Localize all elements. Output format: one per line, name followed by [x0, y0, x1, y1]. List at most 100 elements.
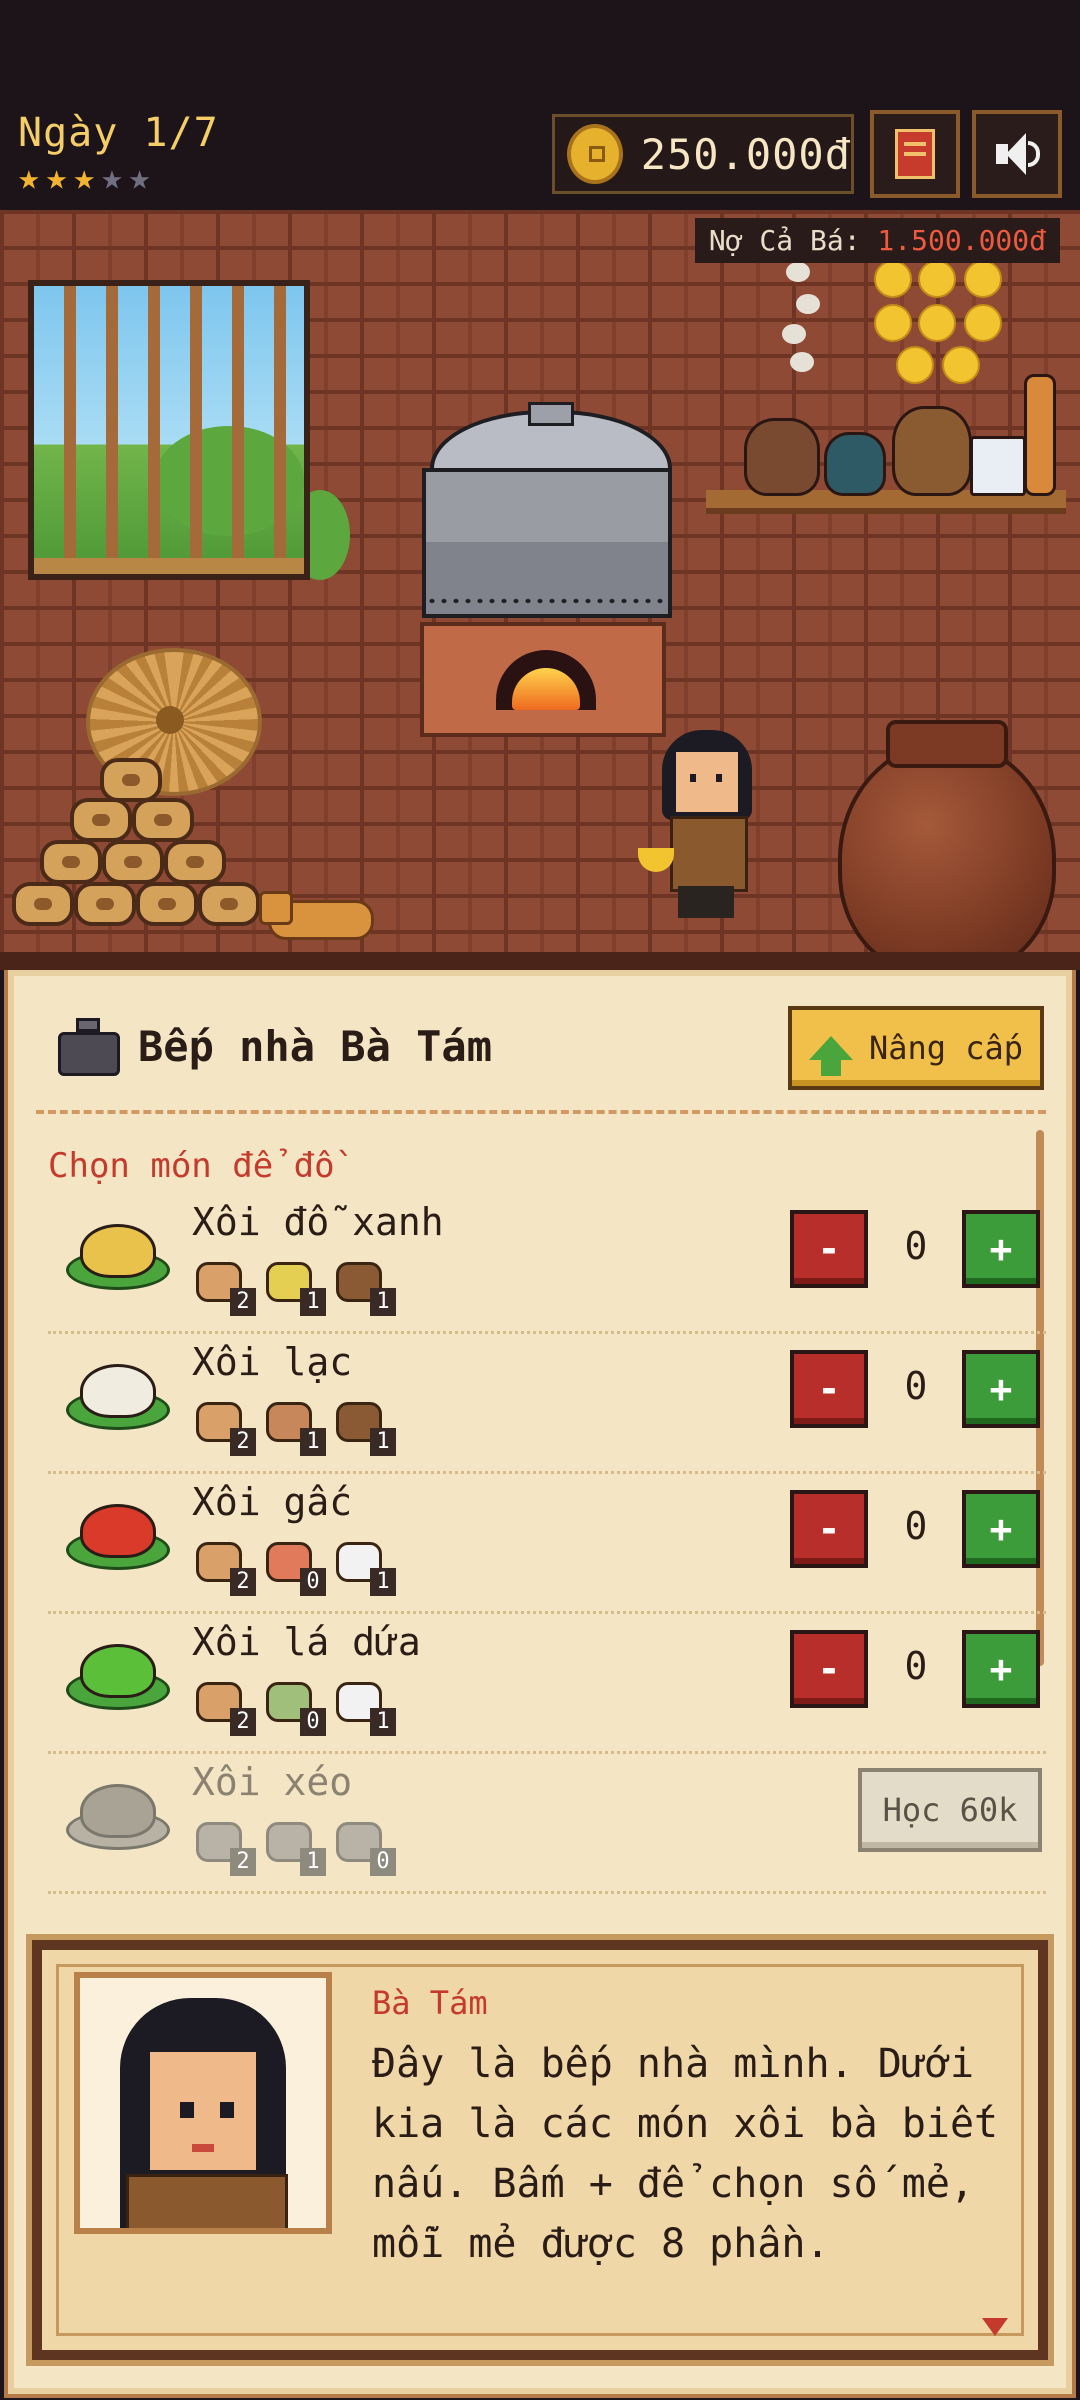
ingredient-count: 0 — [300, 1568, 326, 1596]
dish-icon — [66, 1640, 170, 1712]
arrow-up-icon — [808, 1036, 853, 1076]
ingredient-list: 2 1 1 — [192, 1396, 396, 1456]
corn-icon — [896, 346, 934, 384]
ingredient-count: 0 — [300, 1708, 326, 1736]
ingredient-count: 1 — [300, 1428, 326, 1456]
coconut-icon: 1 — [332, 1676, 396, 1736]
star-filled-icon: ★ — [73, 157, 96, 198]
star-empty-icon: ★ — [128, 157, 151, 198]
dish-icon — [66, 1360, 170, 1432]
ingredient-count: 1 — [370, 1568, 396, 1596]
bowl-icon: 1 — [332, 1396, 396, 1456]
firewood-log — [40, 840, 102, 884]
ingredient-count: 1 — [370, 1428, 396, 1456]
firewood-log — [132, 798, 194, 842]
decrease-button[interactable]: - — [790, 1490, 868, 1568]
dish-icon — [66, 1220, 170, 1292]
star-filled-icon: ★ — [18, 157, 40, 198]
ingredient-count: 2 — [230, 1428, 256, 1456]
debt-display: Nợ Cả Bá: 1.500.000đ — [694, 218, 1060, 263]
recipe-name: Xôi đỗ xanh — [192, 1200, 444, 1244]
recipe-row: Xôi đỗ xanh 2 1 1 -0 + — [48, 1194, 1046, 1334]
clay-stove — [420, 622, 666, 737]
corn-icon — [874, 260, 912, 298]
corn-icon — [964, 260, 1002, 298]
barred-window — [28, 280, 310, 580]
decrease-button[interactable]: - — [790, 1210, 868, 1288]
batch-quantity: 0 — [904, 1364, 928, 1408]
increase-button[interactable]: + — [962, 1350, 1040, 1428]
money-amount: 250.000đ — [640, 129, 851, 179]
kitchen-scene: Nợ Cả Bá: 1.500.000đ — [0, 210, 1080, 970]
steamer-knob — [528, 402, 574, 426]
money-display: 250.000đ — [552, 114, 854, 194]
garlic-icon — [796, 294, 820, 314]
garlic-icon — [782, 324, 806, 344]
dialog-box[interactable]: Bà Tám Đây là bếp nhà mình. Dưới kia là … — [26, 1934, 1054, 2366]
increase-button[interactable]: + — [962, 1630, 1040, 1708]
bowl-icon: 1 — [262, 1816, 326, 1876]
corn-icon — [918, 304, 956, 342]
dish-icon — [66, 1500, 170, 1572]
top-hud: Ngày 1/7 ★ ★ ★ ★ ★ 250.000đ — [0, 0, 1080, 210]
bowl-icon: 1 — [332, 1256, 396, 1316]
sound-toggle-button[interactable] — [972, 110, 1062, 198]
ingredient-count: 2 — [230, 1568, 256, 1596]
decrease-button[interactable]: - — [790, 1350, 868, 1428]
ingredient-count: 2 — [230, 1288, 256, 1316]
garlic-icon — [790, 352, 814, 372]
section-label: Chọn món để đồ — [48, 1146, 335, 1186]
recipe-row: Xôi xéo 2 1 0 Học 60k — [48, 1754, 1046, 1894]
corn-icon — [874, 304, 912, 342]
recipe-row: Xôi lá dứa 2 0 1-0 + — [48, 1614, 1046, 1754]
firewood-log — [198, 882, 260, 926]
increase-button[interactable]: + — [962, 1490, 1040, 1568]
corn-icon — [942, 346, 980, 384]
debt-label: Nợ Cả Bá: — [708, 224, 878, 257]
divider — [36, 1110, 1046, 1114]
star-filled-icon: ★ — [45, 157, 68, 198]
batch-quantity: 0 — [904, 1224, 928, 1268]
coconut-icon: 1 — [332, 1536, 396, 1596]
rice-bag-icon: 2 — [192, 1256, 256, 1316]
recipe-row: Xôi lạc 2 1 1 -0 + — [48, 1334, 1046, 1474]
dialog-text: Đây là bếp nhà mình. Dưới kia là các món… — [372, 2041, 999, 2267]
ingredient-count: 1 — [370, 1708, 396, 1736]
upgrade-label: Nâng cấp — [868, 1029, 1024, 1067]
corn-icon — [964, 304, 1002, 342]
ingredient-list: 2 1 1 — [192, 1256, 396, 1316]
firewood-log — [12, 882, 74, 926]
firewood-log — [100, 758, 162, 802]
recipe-name: Xôi lạc — [192, 1340, 353, 1384]
speaker-name: Bà Tám — [372, 1984, 488, 2022]
recipe-book-button[interactable] — [870, 110, 960, 198]
firewood-log — [136, 882, 198, 926]
ingredient-count: 1 — [370, 1288, 396, 1316]
ingredient-count: 0 — [370, 1848, 396, 1876]
steamer-pot[interactable] — [422, 468, 672, 618]
increase-button[interactable]: + — [962, 1210, 1040, 1288]
star-empty-icon: ★ — [101, 157, 123, 198]
jar-icon — [892, 406, 972, 496]
upgrade-button[interactable]: Nâng cấp — [788, 1006, 1044, 1090]
firewood-log — [70, 798, 132, 842]
urn-neck — [886, 720, 1008, 768]
speaker-portrait — [74, 1972, 332, 2234]
recipe-name: Xôi lá dứa — [192, 1620, 421, 1664]
firewood-log — [74, 882, 136, 926]
learn-recipe-button[interactable]: Học 60k — [858, 1768, 1042, 1852]
next-arrow-icon[interactable] — [982, 2318, 1008, 2336]
jar-icon — [744, 418, 820, 496]
plate-stack-icon — [970, 436, 1026, 496]
decrease-button[interactable]: - — [790, 1630, 868, 1708]
ingredient-count: 2 — [230, 1848, 256, 1876]
ingredient-count: 1 — [300, 1848, 326, 1876]
ingredient-list: 2 1 0 — [192, 1816, 396, 1876]
book-icon — [895, 129, 935, 179]
ingredient-count: 1 — [300, 1288, 326, 1316]
steamer-icon — [58, 1018, 120, 1080]
speaker-icon — [992, 129, 1042, 179]
gac-fruit-icon: 0 — [262, 1536, 326, 1596]
coin-icon — [567, 124, 623, 184]
day-label: Ngày 1/7 — [18, 110, 219, 156]
